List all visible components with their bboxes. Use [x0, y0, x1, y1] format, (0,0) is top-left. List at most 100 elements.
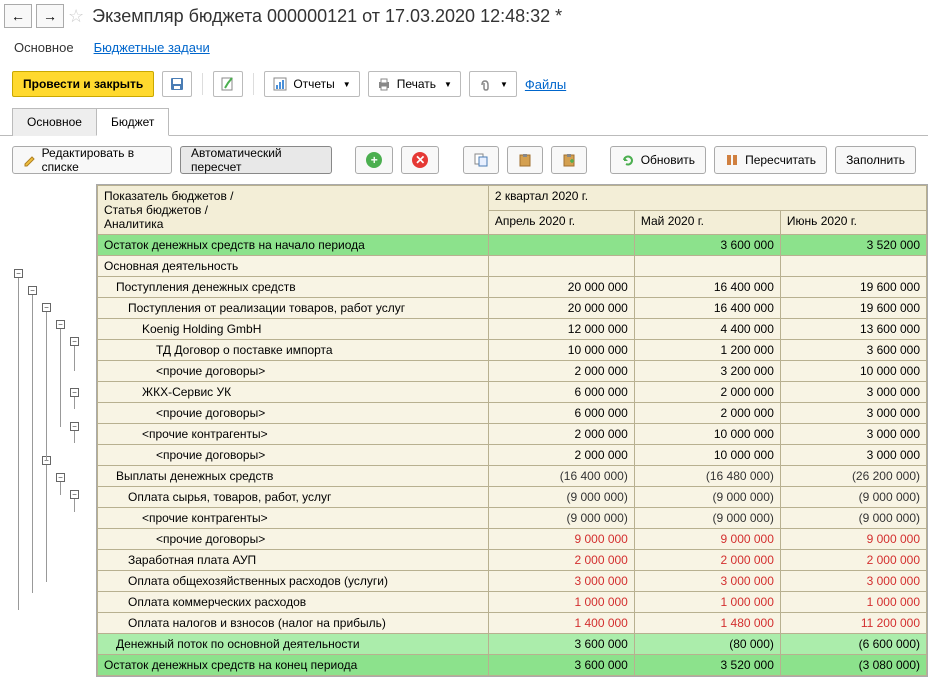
- col-header-quarter: 2 квартал 2020 г.: [488, 186, 926, 211]
- cell-value: (9 000 000): [780, 508, 926, 529]
- cell-value: 20 000 000: [488, 277, 634, 298]
- cell-value: (9 000 000): [634, 508, 780, 529]
- cell-value: 1 200 000: [634, 340, 780, 361]
- tree-toggle[interactable]: −: [70, 422, 79, 431]
- back-button[interactable]: ←: [4, 4, 32, 28]
- grid-row[interactable]: <прочие контрагенты>2 000 00010 000 0003…: [98, 424, 927, 445]
- recalc-button[interactable]: Пересчитать: [714, 146, 827, 174]
- cell-value: 6 000 000: [488, 382, 634, 403]
- grid-row[interactable]: Выплаты денежных средств(16 400 000)(16 …: [98, 466, 927, 487]
- cell-value: 3 600 000: [488, 634, 634, 655]
- cell-value: 16 400 000: [634, 277, 780, 298]
- grid-row[interactable]: <прочие договоры>9 000 0009 000 0009 000…: [98, 529, 927, 550]
- submit-close-button[interactable]: Провести и закрыть: [12, 71, 154, 97]
- cell-value: 2 000 000: [488, 550, 634, 571]
- cell-value: [488, 256, 634, 277]
- grid-row[interactable]: Поступления от реализации товаров, работ…: [98, 298, 927, 319]
- tree-toggle[interactable]: −: [70, 337, 79, 346]
- cell-value: 10 000 000: [780, 361, 926, 382]
- edit-list-button[interactable]: Редактировать в списке: [12, 146, 172, 174]
- top-tab-tasks[interactable]: Бюджетные задачи: [94, 40, 210, 55]
- plus-icon: +: [366, 152, 382, 168]
- grid-row[interactable]: Koenig Holding GmbH12 000 0004 400 00013…: [98, 319, 927, 340]
- print-button[interactable]: Печать▼: [368, 71, 461, 97]
- delete-button[interactable]: ✕: [401, 146, 439, 174]
- cell-value: (26 200 000): [780, 466, 926, 487]
- cell-value: [634, 256, 780, 277]
- grid-row[interactable]: Денежный поток по основной деятельности3…: [98, 634, 927, 655]
- top-tab-main[interactable]: Основное: [14, 40, 74, 55]
- row-label: Остаток денежных средств на начало перио…: [98, 235, 489, 256]
- grid-row[interactable]: ЖКХ-Сервис УК6 000 0002 000 0003 000 000: [98, 382, 927, 403]
- fill-button[interactable]: Заполнить: [835, 146, 916, 174]
- tree-toggle[interactable]: −: [42, 303, 51, 312]
- copy-button[interactable]: [463, 146, 499, 174]
- tree-toggle[interactable]: −: [70, 490, 79, 499]
- grid-row[interactable]: <прочие контрагенты>(9 000 000)(9 000 00…: [98, 508, 927, 529]
- grid-row[interactable]: <прочие договоры>2 000 0003 200 00010 00…: [98, 361, 927, 382]
- cell-value: (3 080 000): [780, 655, 926, 676]
- save-button[interactable]: [162, 71, 192, 97]
- cell-value: 3 000 000: [780, 424, 926, 445]
- cell-value: 2 000 000: [488, 361, 634, 382]
- col-header-indicator: Показатель бюджетов / Статья бюджетов / …: [98, 186, 489, 235]
- post-button[interactable]: [213, 71, 243, 97]
- cell-value: [488, 235, 634, 256]
- dropdown-icon: ▼: [343, 80, 351, 89]
- row-label: Денежный поток по основной деятельности: [98, 634, 489, 655]
- paste-button[interactable]: [507, 146, 543, 174]
- refresh-button[interactable]: Обновить: [610, 146, 706, 174]
- cell-value: 4 400 000: [634, 319, 780, 340]
- grid-row[interactable]: <прочие договоры>6 000 0002 000 0003 000…: [98, 403, 927, 424]
- cell-value: 10 000 000: [634, 424, 780, 445]
- cell-value: 13 600 000: [780, 319, 926, 340]
- grid-row[interactable]: <прочие договоры>2 000 00010 000 0003 00…: [98, 445, 927, 466]
- grid-row[interactable]: Оплата коммерческих расходов1 000 0001 0…: [98, 592, 927, 613]
- budget-grid[interactable]: Показатель бюджетов / Статья бюджетов / …: [96, 184, 928, 677]
- col-header-m1: Апрель 2020 г.: [488, 210, 634, 235]
- row-label: <прочие контрагенты>: [98, 424, 489, 445]
- sub-tab-main[interactable]: Основное: [12, 108, 97, 136]
- cell-value: 19 600 000: [780, 277, 926, 298]
- reports-button[interactable]: Отчеты▼: [264, 71, 359, 97]
- files-link[interactable]: Файлы: [525, 77, 566, 92]
- sub-tab-budget[interactable]: Бюджет: [96, 108, 169, 136]
- cell-value: (9 000 000): [780, 487, 926, 508]
- grid-row[interactable]: Основная деятельность: [98, 256, 927, 277]
- cell-value: 3 520 000: [780, 235, 926, 256]
- add-button[interactable]: +: [355, 146, 393, 174]
- tree-gutter: − − − − − − − − − −: [12, 184, 96, 677]
- grid-row[interactable]: Остаток денежных средств на конец период…: [98, 655, 927, 676]
- cell-value: (6 600 000): [780, 634, 926, 655]
- cell-value: 3 520 000: [634, 655, 780, 676]
- tree-toggle[interactable]: −: [56, 320, 65, 329]
- attach-button[interactable]: ▼: [469, 71, 517, 97]
- tree-toggle[interactable]: −: [70, 388, 79, 397]
- cell-value: 3 000 000: [780, 571, 926, 592]
- tree-toggle[interactable]: −: [56, 473, 65, 482]
- grid-row[interactable]: ТД Договор о поставке импорта10 000 0001…: [98, 340, 927, 361]
- cell-value: [780, 256, 926, 277]
- row-label: <прочие договоры>: [98, 361, 489, 382]
- cell-value: 2 000 000: [488, 445, 634, 466]
- paste-special-button[interactable]: [551, 146, 587, 174]
- row-label: Оплата налогов и взносов (налог на прибы…: [98, 613, 489, 634]
- grid-row[interactable]: Оплата сырья, товаров, работ, услуг(9 00…: [98, 487, 927, 508]
- auto-recalc-button[interactable]: Автоматический пересчет: [180, 146, 332, 174]
- favorite-icon[interactable]: ☆: [68, 6, 84, 27]
- cell-value: 2 000 000: [634, 403, 780, 424]
- grid-row[interactable]: Поступления денежных средств20 000 00016…: [98, 277, 927, 298]
- tree-toggle[interactable]: −: [28, 286, 37, 295]
- grid-row[interactable]: Оплата общехозяйственных расходов (услуг…: [98, 571, 927, 592]
- grid-row[interactable]: Остаток денежных средств на начало перио…: [98, 235, 927, 256]
- tree-toggle[interactable]: −: [14, 269, 23, 278]
- row-label: Поступления от реализации товаров, работ…: [98, 298, 489, 319]
- row-label: Заработная плата АУП: [98, 550, 489, 571]
- cell-value: 3 200 000: [634, 361, 780, 382]
- forward-button[interactable]: →: [36, 4, 64, 28]
- grid-row[interactable]: Заработная плата АУП2 000 0002 000 0002 …: [98, 550, 927, 571]
- cell-value: 20 000 000: [488, 298, 634, 319]
- col-header-m2: Май 2020 г.: [634, 210, 780, 235]
- row-label: <прочие договоры>: [98, 445, 489, 466]
- grid-row[interactable]: Оплата налогов и взносов (налог на прибы…: [98, 613, 927, 634]
